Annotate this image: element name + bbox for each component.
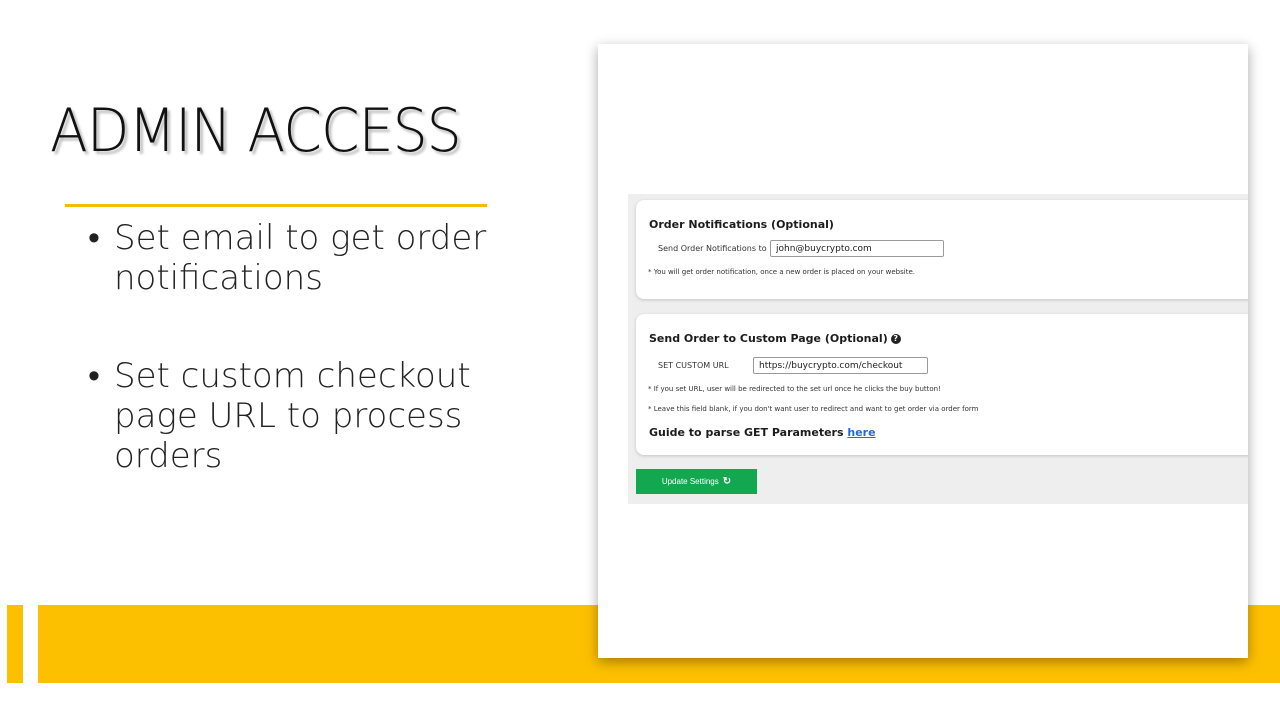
bullet-marker: • [88, 218, 100, 258]
guide-text: Guide to parse GET Parameters here [649, 426, 876, 439]
notification-note: * You will get order notification, once … [648, 268, 915, 276]
custom-page-title: Send Order to Custom Page (Optional)? [649, 332, 901, 345]
bullet-text: Set email to get order notifications [114, 218, 487, 298]
order-notifications-panel: Order Notifications (Optional) Send Orde… [636, 200, 1248, 299]
update-settings-button[interactable]: Update Settings ↻ [636, 469, 757, 494]
guide-here-link[interactable]: here [847, 426, 875, 439]
bullet-text: Set custom checkout page URL to process … [114, 356, 471, 476]
bullet-list: • Set email to get order notifications •… [88, 218, 508, 476]
custom-url-input[interactable] [753, 357, 928, 374]
refresh-icon: ↻ [722, 476, 732, 487]
help-icon[interactable]: ? [890, 334, 901, 344]
bullet-marker: • [88, 356, 100, 396]
update-settings-label: Update Settings [661, 477, 719, 486]
notification-email-label: Send Order Notifications to [658, 244, 767, 253]
notification-email-input[interactable] [770, 240, 944, 257]
custom-page-panel: Send Order to Custom Page (Optional)? SE… [636, 314, 1248, 455]
settings-area: Order Notifications (Optional) Send Orde… [628, 194, 1248, 504]
bullet-item: • Set email to get order notifications [88, 218, 508, 298]
custom-url-label: SET CUSTOM URL [658, 361, 729, 370]
accent-bar-left [7, 605, 23, 683]
slide-title: ADMIN ACCESS [50, 96, 462, 166]
custom-url-note-blank: * Leave this field blank, if you don't w… [648, 405, 979, 413]
custom-url-note-redirect: * If you set URL, user will be redirecte… [648, 385, 941, 393]
bullet-item: • Set custom checkout page URL to proces… [88, 356, 508, 476]
settings-screenshot: Order Notifications (Optional) Send Orde… [598, 44, 1248, 658]
order-notifications-title: Order Notifications (Optional) [649, 218, 834, 231]
title-underline [65, 204, 487, 207]
